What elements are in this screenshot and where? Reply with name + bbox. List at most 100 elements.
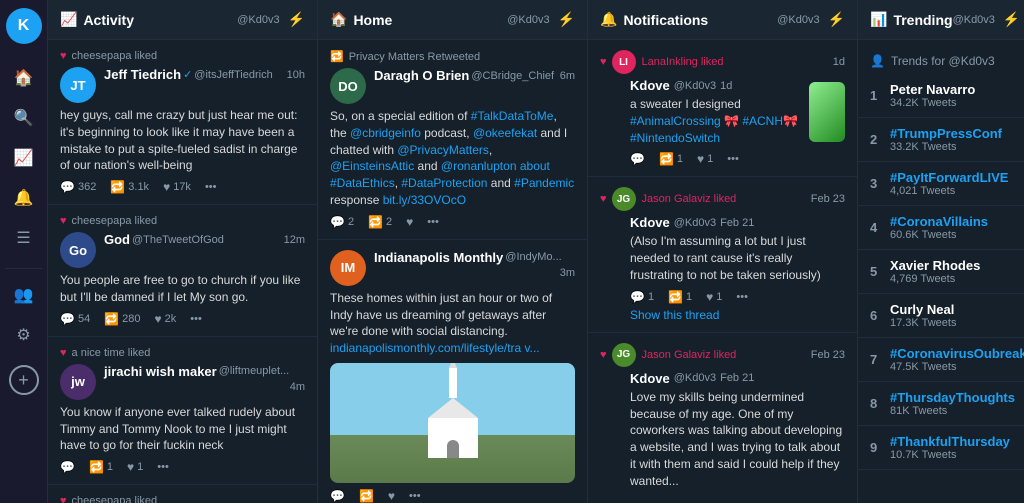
- retweet-action[interactable]: 🔁 3.1k: [110, 180, 149, 194]
- more-action[interactable]: •••: [205, 181, 217, 193]
- activity-column-settings-icon[interactable]: ⚡: [288, 11, 305, 28]
- article-link[interactable]: indianapolismonthly.com/lifestyle/tra v.…: [330, 341, 540, 355]
- notifications-column-settings-icon[interactable]: ⚡: [828, 11, 845, 28]
- like-context-icon: ♥: [60, 50, 67, 62]
- tweet-handle: @Kd0v3: [674, 372, 716, 384]
- more-action[interactable]: •••: [157, 461, 169, 473]
- tweet-actions: 💬 🔁 1 ♥ 1 •••: [60, 460, 305, 474]
- about-link[interactable]: about: [520, 159, 550, 173]
- like-action[interactable]: ♥ 1: [706, 290, 722, 304]
- trending-item-3[interactable]: 3 #PayItForwardLIVE 4,021 Tweets: [858, 162, 1024, 206]
- tweet-context-text: cheesepapa liked: [72, 215, 158, 227]
- like-action[interactable]: ♥: [388, 489, 395, 503]
- trending-item-7[interactable]: 7 #CoronavirusOubreak 47.5K Tweets: [858, 338, 1024, 382]
- tweet-item[interactable]: ♥ cheesepapa liked JT Jeff Tiedrich ✓ @i…: [48, 40, 317, 205]
- trending-info: #TrumpPressConf 33.2K Tweets: [890, 126, 1012, 153]
- trending-rank: 1: [870, 88, 890, 103]
- like-action[interactable]: ♥ 1: [127, 460, 143, 474]
- more-action[interactable]: •••: [427, 216, 439, 228]
- reply-action[interactable]: 💬 362: [60, 180, 96, 194]
- more-action[interactable]: •••: [190, 313, 202, 325]
- trending-column-settings-icon[interactable]: ⚡: [1003, 11, 1020, 28]
- reply-action[interactable]: 💬 1: [630, 290, 654, 304]
- trending-item-6[interactable]: 6 Curly Neal 17.3K Tweets: [858, 294, 1024, 338]
- mention-link[interactable]: @EinsteinsAttic: [330, 159, 414, 173]
- reply-action[interactable]: 💬 54: [60, 312, 90, 326]
- home-icon[interactable]: 🏠: [6, 60, 42, 96]
- trending-item-1[interactable]: 1 Peter Navarro 34.2K Tweets: [858, 74, 1024, 118]
- tweet-name: God: [104, 232, 130, 247]
- tweet-item[interactable]: IM Indianapolis Monthly @IndyMo... 3m Th…: [318, 240, 587, 503]
- notifications-column-handle: @Kd0v3: [777, 14, 819, 26]
- search-icon[interactable]: 🔍: [6, 100, 42, 136]
- hashtag-link[interactable]: #DataEthics: [330, 176, 395, 190]
- trending-item-4[interactable]: 4 #CoronaVillains 60.6K Tweets: [858, 206, 1024, 250]
- trending-item-9[interactable]: 9 #ThankfulThursday 10.7K Tweets: [858, 426, 1024, 470]
- bit-link[interactable]: bit.ly/33OVOcO: [383, 193, 466, 207]
- activity-column-header: 📈 Activity @Kd0v3 ⚡: [48, 0, 317, 40]
- mention-link[interactable]: @ronanlupton: [441, 159, 517, 173]
- more-action[interactable]: •••: [409, 490, 421, 502]
- trending-name: #ThursdayThoughts: [890, 390, 1015, 405]
- activity-icon[interactable]: 📈: [6, 140, 42, 176]
- retweet-action[interactable]: 🔁 2: [368, 215, 392, 229]
- notif-tweet-body: Kdove @Kd0v3 Feb 21 (Also I'm assuming a…: [630, 215, 845, 321]
- like-action[interactable]: ♥: [406, 215, 413, 229]
- tweet-text: hey guys, call me crazy but just hear me…: [60, 107, 305, 174]
- mention-link[interactable]: @cbridgeinfo: [350, 126, 421, 140]
- mention-link[interactable]: @PrivacyMatters: [397, 143, 489, 157]
- show-thread-link[interactable]: Show this thread: [630, 308, 845, 322]
- user-group-icon[interactable]: 👥: [6, 277, 42, 313]
- add-column-button[interactable]: +: [9, 365, 39, 395]
- like-action[interactable]: ♥ 17k: [163, 180, 191, 194]
- retweet-action[interactable]: 🔁 1: [659, 152, 683, 166]
- hashtag-link[interactable]: #DataProtection: [401, 176, 487, 190]
- notification-item[interactable]: ♥ JG Jason Galaviz liked Feb 23 Kdove @K…: [588, 333, 857, 503]
- tweet-item[interactable]: ♥ cheesepapa liked DA David Axelrod ✓ @d…: [48, 485, 317, 503]
- trending-item-5[interactable]: 5 Xavier Rhodes 4,769 Tweets: [858, 250, 1024, 294]
- home-column-header: 🏠 Home @Kd0v3 ⚡: [318, 0, 587, 40]
- tweet-meta: Daragh O Brien @CBridge_Chief 6m: [374, 68, 575, 83]
- retweet-action[interactable]: 🔁: [359, 489, 374, 503]
- reply-action[interactable]: 💬: [630, 152, 645, 166]
- tweet-text: a sweater I designed #AnimalCrossing 🎀 #…: [630, 96, 801, 146]
- notif-liker-text: LanaInkling liked: [642, 56, 724, 68]
- notif-liked-row: ♥ LI LanaInkling liked 1d: [600, 50, 845, 74]
- retweet-action[interactable]: 🔁 1: [89, 460, 113, 474]
- tweet-item[interactable]: ♥ a nice time liked jw jirachi wish make…: [48, 337, 317, 485]
- trending-item-2[interactable]: 2 #TrumpPressConf 33.2K Tweets: [858, 118, 1024, 162]
- more-action[interactable]: •••: [736, 291, 748, 303]
- notification-item[interactable]: ♥ JG Jason Galaviz liked Feb 23 Kdove @K…: [588, 177, 857, 332]
- avatar[interactable]: K: [6, 8, 42, 44]
- hashtag-link[interactable]: #TalkDataToMe: [471, 109, 554, 123]
- settings-icon[interactable]: ⚙: [6, 317, 42, 353]
- notif-time: Feb 23: [811, 193, 845, 205]
- reply-icon: 💬: [60, 180, 75, 194]
- tweet-actions: 💬 🔁 1 ♥ 1 •••: [630, 152, 845, 166]
- notif-tweet-body: Kdove @Kd0v3 1d a sweater I designed #An…: [630, 78, 845, 166]
- trending-item-8[interactable]: 8 #ThursdayThoughts 81K Tweets: [858, 382, 1024, 426]
- more-action[interactable]: •••: [727, 153, 739, 165]
- reply-action[interactable]: 💬: [60, 460, 75, 474]
- tweet-item[interactable]: ♥ cheesepapa liked Go God @TheTweetOfGod…: [48, 205, 317, 337]
- like-notif-icon: ♥: [600, 56, 607, 68]
- hashtag-link[interactable]: #Pandemic: [514, 176, 574, 190]
- reply-action[interactable]: 💬 2: [330, 215, 354, 229]
- tweet-name-row: jirachi wish maker @liftmeuplet... 4m: [104, 364, 305, 393]
- like-action[interactable]: ♥ 2k: [155, 312, 177, 326]
- retweet-action[interactable]: 🔁 1: [668, 290, 692, 304]
- home-column-settings-icon[interactable]: ⚡: [558, 11, 575, 28]
- reply-action[interactable]: 💬: [330, 489, 345, 503]
- list-icon[interactable]: ☰: [6, 220, 42, 256]
- mention-link[interactable]: @okeefekat: [473, 126, 537, 140]
- notification-item[interactable]: ♥ LI LanaInkling liked 1d Kdove @Kd0v3 1…: [588, 40, 857, 177]
- retweet-action[interactable]: 🔁 280: [104, 312, 140, 326]
- tweet-item[interactable]: 🔁 Privacy Matters Retweeted DO Daragh O …: [318, 40, 587, 240]
- tweet-context-text: cheesepapa liked: [72, 495, 158, 503]
- notif-user-avatar: LI: [612, 50, 636, 74]
- tweet-image: [330, 363, 575, 483]
- activity-column-title: Activity: [83, 12, 237, 28]
- like-action[interactable]: ♥ 1: [697, 152, 713, 166]
- like-icon: ♥: [706, 290, 713, 304]
- bell-icon[interactable]: 🔔: [6, 180, 42, 216]
